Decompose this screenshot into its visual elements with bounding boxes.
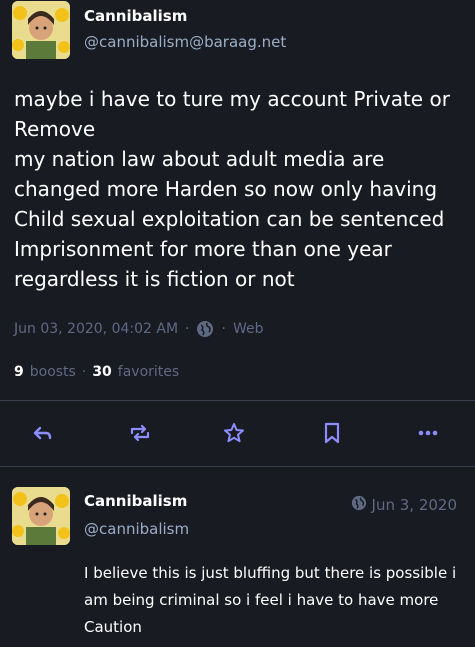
separator: · (81, 364, 87, 380)
avatar[interactable] (12, 1, 70, 59)
display-name[interactable]: Cannibalism (84, 7, 187, 25)
status-content: maybe i have to ture my account Private … (14, 87, 450, 291)
account-handle[interactable]: @cannibalism@baraag.net (84, 33, 286, 51)
reply-timestamp-text[interactable]: Jun 3, 2020 (372, 496, 457, 514)
reply-icon[interactable] (30, 421, 54, 445)
timestamp-link[interactable]: Jun 03, 2020, 04:02 AM (14, 321, 178, 337)
reply-account-handle[interactable]: @cannibalism (84, 520, 189, 538)
bookmark-icon[interactable] (320, 421, 344, 445)
ellipsis-icon[interactable] (416, 421, 440, 445)
status-stats: 9 boosts · 30 favorites (14, 364, 179, 380)
separator: · (221, 321, 226, 337)
action-bar (0, 418, 475, 448)
reply-timestamp[interactable]: Jun 3, 2020 (351, 495, 457, 515)
globe-icon (196, 320, 214, 338)
divider (0, 400, 475, 401)
reply-display-name[interactable]: Cannibalism (84, 492, 187, 510)
globe-icon (351, 495, 367, 515)
star-icon[interactable] (222, 421, 246, 445)
separator: · (185, 321, 190, 337)
boosts-label[interactable]: boosts (30, 364, 76, 380)
application-name: Web (232, 321, 264, 337)
status-meta: Jun 03, 2020, 04:02 AM · · Web (14, 320, 263, 338)
divider (0, 466, 475, 467)
favorites-label[interactable]: favorites (118, 364, 179, 380)
boost-icon[interactable] (128, 421, 152, 445)
boosts-count[interactable]: 9 (14, 364, 24, 380)
favorites-count[interactable]: 30 (92, 364, 111, 380)
avatar[interactable] (12, 487, 70, 545)
reply-content: I believe this is just bluffing but ther… (84, 564, 457, 636)
